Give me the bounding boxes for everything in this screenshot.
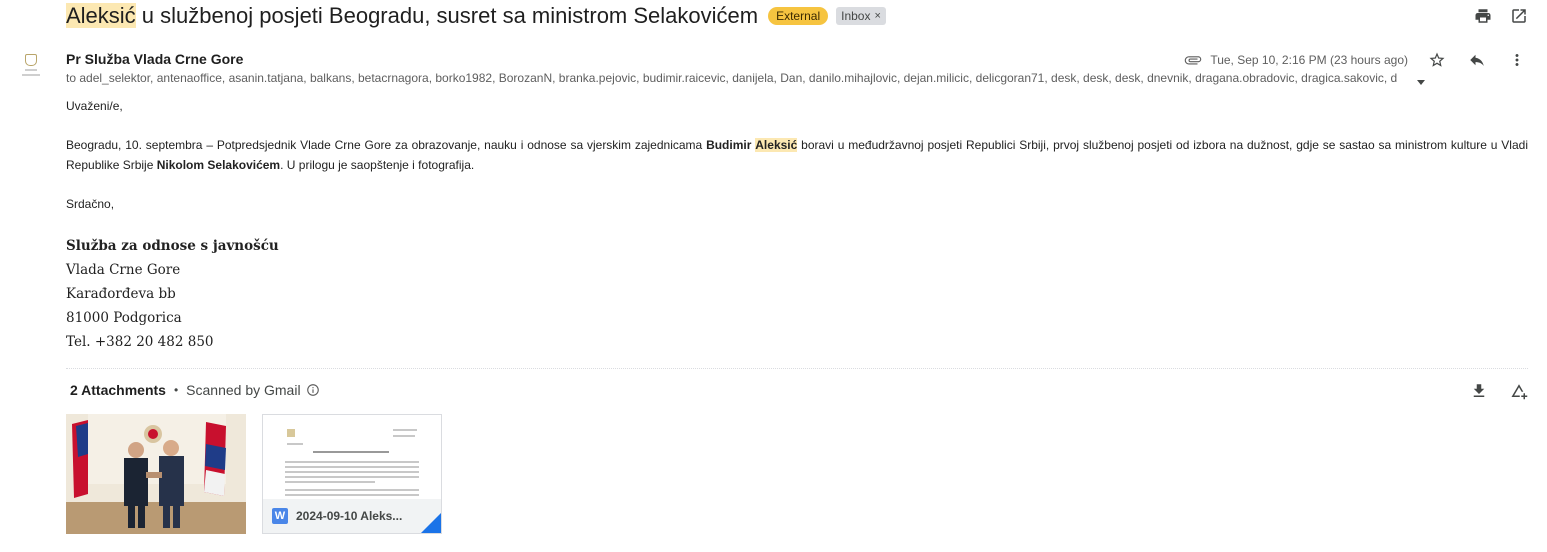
- doc-text-line: [285, 471, 419, 473]
- chevron-down-icon[interactable]: [1416, 74, 1426, 85]
- paperclip-icon: [1185, 56, 1202, 65]
- subject-rest: u službenoj posjeti Beogradu, susret sa …: [135, 3, 759, 28]
- page-fold-corner: [421, 513, 441, 533]
- subject-text: Aleksić u službenoj posjeti Beogradu, su…: [66, 3, 758, 29]
- paragraph-text: . U prilogu je saopštenje i fotografija.: [280, 157, 475, 172]
- subject-highlight: Aleksić: [66, 3, 136, 28]
- sender-name[interactable]: Pr Služba Vlada Crne Gore: [66, 51, 243, 67]
- attachments-count: 2 Attachments: [70, 382, 166, 398]
- separator-dot: •: [173, 383, 179, 397]
- reply-icon[interactable]: [1467, 50, 1487, 70]
- print-icon[interactable]: [1473, 6, 1493, 26]
- email-greeting: Uvaženi/e,: [66, 99, 123, 113]
- doc-crest-icon: [287, 429, 295, 437]
- doc-text-line: [285, 476, 419, 478]
- signature-line: 81000 Podgorica: [66, 310, 182, 326]
- inbox-label-text: Inbox: [841, 9, 871, 23]
- bold-minister-name: Nikolom Selakovićem: [156, 157, 281, 172]
- recipients-list[interactable]: to adel_selektor, antenaoffice, asanin.t…: [66, 71, 1432, 85]
- avatar-text-line: [25, 69, 37, 71]
- avatar-text-line: [22, 74, 40, 76]
- paragraph-text: Beogradu, 10. septembra – Potpredsjednik…: [66, 138, 707, 152]
- word-doc-icon: W: [272, 508, 288, 524]
- signature-line: Vlada Crne Gore: [66, 262, 181, 278]
- message-datetime: Tue, Sep 10, 2:16 PM (23 hours ago): [1210, 53, 1408, 67]
- scanned-label: Scanned by Gmail: [186, 382, 301, 398]
- email-subject: Aleksić u službenoj posjeti Beogradu, su…: [66, 2, 886, 30]
- message-actions: [1427, 50, 1527, 70]
- doc-text-line: [287, 443, 303, 445]
- add-to-drive-icon[interactable]: [1509, 381, 1529, 401]
- doc-text-line: [393, 435, 415, 437]
- attachments-actions: [1469, 381, 1529, 401]
- email-closing: Srdačno,: [66, 197, 115, 211]
- attachments-divider: [66, 368, 1528, 369]
- more-vert-icon[interactable]: [1507, 50, 1527, 70]
- email-signature: Služba za odnose s javnošću Vlada Crne G…: [66, 234, 279, 354]
- document-filename: 2024-09-10 Aleks...: [296, 509, 403, 523]
- signature-line: Karađorđeva bb: [66, 286, 176, 302]
- signature-name: Služba za odnose s javnošću: [66, 238, 279, 254]
- sender-avatar[interactable]: [17, 54, 45, 82]
- info-icon[interactable]: [306, 383, 320, 397]
- doc-text-line: [285, 481, 375, 483]
- doc-text-line: [285, 494, 419, 496]
- message-meta: Tue, Sep 10, 2:16 PM (23 hours ago): [1184, 51, 1408, 69]
- remove-label-button[interactable]: ×: [874, 10, 880, 22]
- star-icon[interactable]: [1427, 50, 1447, 70]
- meeting-photo-image: [66, 414, 246, 534]
- download-icon[interactable]: [1469, 381, 1489, 401]
- attachments-header: 2 Attachments • Scanned by Gmail: [70, 382, 320, 398]
- photo-attachment-thumbnail[interactable]: [66, 414, 246, 534]
- doc-text-line: [285, 489, 419, 491]
- signature-phone: Tel. +382 20 482 850: [66, 334, 214, 350]
- doc-text-line: [285, 466, 419, 468]
- inbox-label[interactable]: Inbox ×: [836, 7, 886, 25]
- document-attachment-thumbnail[interactable]: W 2024-09-10 Aleks...: [262, 414, 442, 534]
- bold-name-first: Budimir: [706, 138, 752, 152]
- crest-logo-icon: [25, 54, 37, 66]
- subject-actions: [1473, 6, 1529, 26]
- document-footer: W 2024-09-10 Aleks...: [263, 499, 441, 533]
- open-in-new-window-icon[interactable]: [1509, 6, 1529, 26]
- doc-title-line: [313, 451, 389, 453]
- doc-text-line: [285, 461, 419, 463]
- email-paragraph: Beogradu, 10. septembra – Potpredsjednik…: [66, 136, 1528, 175]
- external-badge: External: [768, 7, 829, 25]
- bold-name-highlight: Aleksić: [755, 138, 798, 152]
- doc-text-line: [393, 429, 417, 431]
